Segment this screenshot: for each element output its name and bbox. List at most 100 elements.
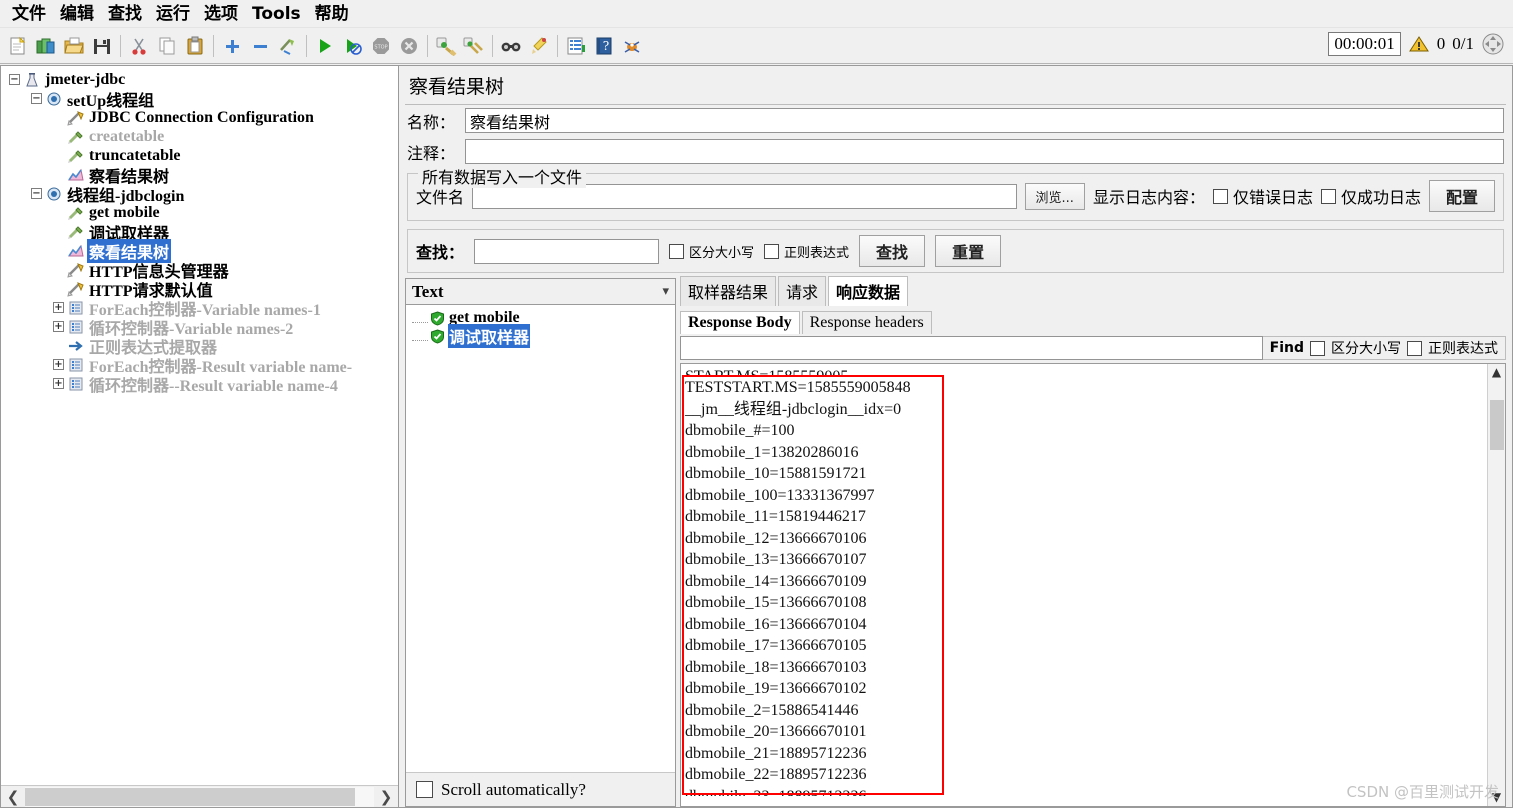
- search-label: 查找：: [416, 239, 464, 263]
- tree-node[interactable]: get mobile: [5, 203, 398, 222]
- tree-node[interactable]: +循环控制器--Result variable name-4: [5, 374, 398, 393]
- search-input[interactable]: [474, 239, 659, 264]
- search-bar: 查找： 区分大小写 正则表达式 查找 重置: [407, 229, 1504, 273]
- warning-icon[interactable]: [1408, 34, 1430, 54]
- errors-only-checkbox-wrap[interactable]: 仅错误日志: [1213, 184, 1313, 208]
- tree-node[interactable]: JDBC Connection Configuration: [5, 108, 398, 127]
- open-icon[interactable]: [60, 32, 88, 60]
- scroll-automatically-checkbox[interactable]: [416, 781, 433, 798]
- tree-node[interactable]: −线程组-jdbclogin: [5, 184, 398, 203]
- clear-icon[interactable]: [432, 32, 460, 60]
- expand-node-icon[interactable]: +: [53, 378, 64, 389]
- body-find-input[interactable]: [680, 336, 1263, 360]
- response-body-line: dbmobile_22=18895712236: [685, 764, 1487, 786]
- expand-node-icon[interactable]: +: [53, 302, 64, 313]
- search-icon[interactable]: [497, 32, 525, 60]
- test-plan-tree[interactable]: −jmeter-jdbc−setUp线程组JDBC Connection Con…: [1, 66, 398, 785]
- threadgroup-icon: [45, 186, 63, 202]
- result-list-item[interactable]: 调试取样器: [412, 327, 669, 345]
- cut-icon[interactable]: [125, 32, 153, 60]
- vscroll-thumb[interactable]: [1490, 400, 1504, 450]
- shutdown-icon[interactable]: [395, 32, 423, 60]
- success-shield-icon: [430, 311, 445, 326]
- templates-icon[interactable]: [32, 32, 60, 60]
- response-subtabs: Response BodyResponse headers: [680, 308, 1506, 334]
- tree-node[interactable]: −jmeter-jdbc: [5, 70, 398, 89]
- scroll-automatically-row[interactable]: Scroll automatically?: [406, 772, 675, 806]
- tree-node[interactable]: 调试取样器: [5, 222, 398, 241]
- paste-icon[interactable]: [181, 32, 209, 60]
- menu-item-search[interactable]: 查找: [102, 3, 148, 25]
- scroll-left-icon[interactable]: ❮: [1, 787, 25, 807]
- save-icon[interactable]: [88, 32, 116, 60]
- main-split: −jmeter-jdbc−setUp线程组JDBC Connection Con…: [0, 65, 1513, 808]
- success-only-checkbox[interactable]: [1321, 189, 1336, 204]
- thread-indicator-icon[interactable]: [1481, 32, 1505, 56]
- menu-item-edit[interactable]: 编辑: [54, 3, 100, 25]
- tree-horizontal-scrollbar[interactable]: ❮ ❯: [1, 785, 398, 807]
- response-subtab[interactable]: Response Body: [680, 311, 800, 334]
- browse-button[interactable]: 浏览...: [1025, 183, 1085, 210]
- collapse-node-icon[interactable]: −: [9, 74, 20, 85]
- hscroll-track[interactable]: [25, 787, 374, 807]
- response-body-line: dbmobile_12=13666670106: [685, 528, 1487, 550]
- detail-tab[interactable]: 请求: [778, 276, 826, 306]
- menu-item-file[interactable]: 文件: [6, 3, 52, 25]
- bug-icon[interactable]: [618, 32, 646, 60]
- detail-tab[interactable]: 取样器结果: [680, 276, 776, 306]
- search-case-sensitive-wrap[interactable]: 区分大小写: [669, 242, 754, 261]
- errors-only-checkbox[interactable]: [1213, 189, 1228, 204]
- menu-item-help[interactable]: 帮助: [309, 3, 355, 25]
- detail-tab[interactable]: 响应数据: [828, 276, 908, 306]
- expand-node-icon[interactable]: +: [53, 359, 64, 370]
- search-button[interactable]: 查找: [859, 235, 925, 267]
- response-subtab[interactable]: Response headers: [802, 311, 932, 334]
- clear-all-icon[interactable]: [460, 32, 488, 60]
- start-icon[interactable]: [311, 32, 339, 60]
- reset-button[interactable]: 重置: [935, 235, 1001, 267]
- response-body-line: dbmobile_15=13666670108: [685, 592, 1487, 614]
- scroll-down-icon[interactable]: ▼: [1492, 790, 1501, 804]
- chevron-down-icon[interactable]: ▾: [662, 284, 669, 299]
- detail-tabs: 取样器结果请求响应数据: [680, 278, 1506, 306]
- scroll-right-icon[interactable]: ❯: [374, 787, 398, 807]
- new-icon[interactable]: [4, 32, 32, 60]
- name-input[interactable]: [465, 108, 1504, 133]
- copy-icon[interactable]: [153, 32, 181, 60]
- results-split: Text ▾ get mobile调试取样器 Scroll automatica…: [405, 278, 1506, 807]
- success-only-checkbox-wrap[interactable]: 仅成功日志: [1321, 184, 1421, 208]
- body-find-case-sensitive-checkbox[interactable]: [1310, 341, 1325, 356]
- menu-item-run[interactable]: 运行: [150, 3, 196, 25]
- renderer-combo[interactable]: Text ▾: [406, 279, 675, 305]
- tree-node[interactable]: truncatetable: [5, 146, 398, 165]
- response-body-text[interactable]: START.MS=1585559005TESTSTART.MS=15855590…: [681, 364, 1487, 806]
- tree-node[interactable]: createtable: [5, 127, 398, 146]
- tree-node[interactable]: −setUp线程组: [5, 89, 398, 108]
- function-helper-icon[interactable]: [562, 32, 590, 60]
- collapse-node-icon[interactable]: −: [31, 188, 42, 199]
- expand-icon[interactable]: [218, 32, 246, 60]
- help-icon[interactable]: ?: [590, 32, 618, 60]
- comment-input[interactable]: [465, 139, 1504, 164]
- start-no-pauses-icon[interactable]: [339, 32, 367, 60]
- results-list[interactable]: get mobile调试取样器: [406, 305, 675, 772]
- toggle-icon[interactable]: [274, 32, 302, 60]
- response-body-scrollbar[interactable]: ▲ ▼: [1487, 364, 1505, 806]
- reset-search-icon[interactable]: [525, 32, 553, 60]
- scroll-up-icon[interactable]: ▲: [1492, 364, 1501, 380]
- tree-node[interactable]: 察看结果树: [5, 165, 398, 184]
- menu-item-options[interactable]: 选项: [198, 3, 244, 25]
- body-find-regex-checkbox[interactable]: [1407, 341, 1422, 356]
- collapse-icon[interactable]: [246, 32, 274, 60]
- collapse-node-icon[interactable]: −: [31, 93, 42, 104]
- stop-icon[interactable]: STOP: [367, 32, 395, 60]
- search-case-sensitive-checkbox[interactable]: [669, 244, 684, 259]
- svg-text:STOP: STOP: [374, 44, 387, 50]
- expand-node-icon[interactable]: +: [53, 321, 64, 332]
- configure-button[interactable]: 配置: [1429, 180, 1495, 212]
- listener-icon: [67, 243, 85, 259]
- hscroll-thumb[interactable]: [25, 788, 355, 806]
- menu-item-tools[interactable]: Tools: [246, 3, 307, 25]
- search-regex-checkbox[interactable]: [764, 244, 779, 259]
- search-regex-wrap[interactable]: 正则表达式: [764, 242, 849, 261]
